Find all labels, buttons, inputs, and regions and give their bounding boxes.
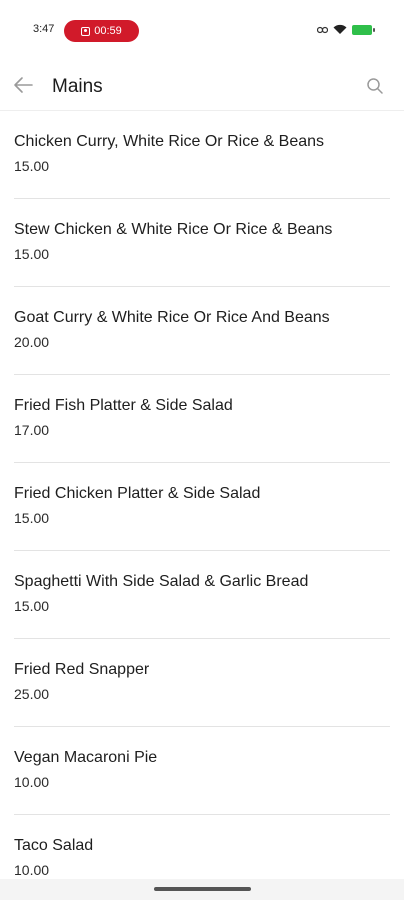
- link-icon: [317, 26, 328, 33]
- wifi-icon: [333, 24, 347, 34]
- menu-item[interactable]: Vegan Macaroni Pie 10.00: [14, 727, 390, 815]
- menu-item-name: Vegan Macaroni Pie: [14, 749, 158, 766]
- battery-icon: [352, 24, 375, 35]
- page-title: Mains: [52, 76, 103, 97]
- screen-recording-indicator[interactable]: 00:59: [64, 20, 139, 42]
- menu-item-price: 15.00: [14, 598, 50, 614]
- menu-item-name: Taco Salad: [14, 837, 94, 854]
- app-bar: Mains: [0, 60, 404, 111]
- menu-item-name: Fried Fish Platter & Side Salad: [14, 397, 233, 414]
- status-icons: [317, 24, 375, 35]
- menu-list: Chicken Curry, White Rice Or Rice & Bean…: [0, 111, 404, 902]
- menu-item[interactable]: Chicken Curry, White Rice Or Rice & Bean…: [14, 111, 390, 199]
- menu-item-name: Spaghetti With Side Salad & Garlic Bread: [14, 573, 309, 590]
- arrow-left-icon[interactable]: [12, 75, 34, 95]
- menu-item-price: 10.00: [14, 774, 50, 790]
- menu-item[interactable]: Fried Chicken Platter & Side Salad 15.00: [14, 463, 390, 551]
- menu-item-price: 20.00: [14, 334, 50, 350]
- system-navigation-bar: [0, 879, 404, 900]
- menu-item[interactable]: Spaghetti With Side Salad & Garlic Bread…: [14, 551, 390, 639]
- menu-item-price: 15.00: [14, 158, 50, 174]
- status-bar: 3:47 00:59: [0, 0, 404, 60]
- menu-item[interactable]: Fried Fish Platter & Side Salad 17.00: [14, 375, 390, 463]
- menu-item-name: Stew Chicken & White Rice Or Rice & Bean…: [14, 221, 333, 238]
- search-icon[interactable]: [366, 77, 384, 95]
- menu-item[interactable]: Stew Chicken & White Rice Or Rice & Bean…: [14, 199, 390, 287]
- home-gesture-handle[interactable]: [154, 887, 251, 891]
- menu-item[interactable]: Goat Curry & White Rice Or Rice And Bean…: [14, 287, 390, 375]
- menu-item-name: Chicken Curry, White Rice Or Rice & Bean…: [14, 133, 325, 150]
- menu-item-price: 17.00: [14, 422, 50, 438]
- menu-item-price: 15.00: [14, 246, 50, 262]
- menu-item-name: Fried Chicken Platter & Side Salad: [14, 485, 261, 502]
- recording-timer: 00:59: [94, 25, 122, 37]
- menu-item-price: 10.00: [14, 862, 50, 878]
- menu-item-name: Goat Curry & White Rice Or Rice And Bean…: [14, 309, 330, 326]
- status-time: 3:47: [33, 23, 55, 35]
- menu-item[interactable]: Fried Red Snapper 25.00: [14, 639, 390, 727]
- record-icon: [81, 26, 91, 36]
- menu-item-price: 25.00: [14, 686, 50, 702]
- menu-item-price: 15.00: [14, 510, 50, 526]
- menu-item-name: Fried Red Snapper: [14, 661, 150, 678]
